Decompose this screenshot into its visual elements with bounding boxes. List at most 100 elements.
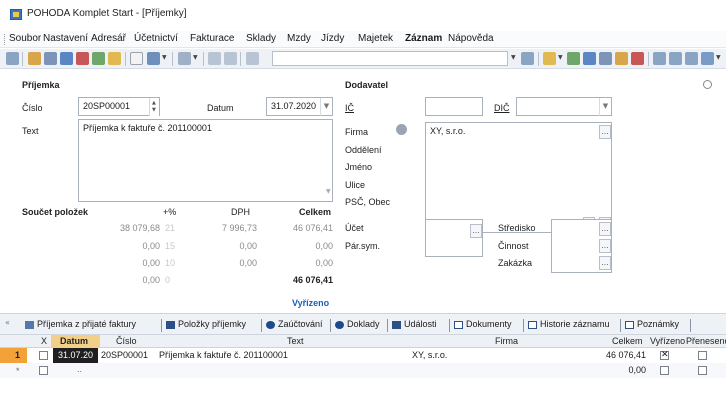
- row-datum[interactable]: ..: [77, 364, 82, 374]
- chevron-down-icon[interactable]: ▼: [599, 98, 611, 116]
- col-dph: DPH: [231, 207, 251, 217]
- collapse-icon[interactable]: «: [5, 318, 10, 327]
- tab-udalosti[interactable]: Události: [389, 317, 441, 333]
- tb-copy-icon[interactable]: [92, 52, 105, 65]
- tb-delete-icon[interactable]: [76, 52, 89, 65]
- col-x[interactable]: X: [41, 336, 47, 346]
- tb-print-icon[interactable]: [60, 52, 73, 65]
- text-field[interactable]: Příjemka k faktuře č. 201100001 ▼: [78, 119, 333, 202]
- col-vyrizeno[interactable]: Vyřízeno: [650, 336, 685, 346]
- menu-jizdy[interactable]: Jízdy: [321, 33, 344, 44]
- row-select-checkbox[interactable]: [39, 351, 48, 360]
- col-datum[interactable]: Datum: [60, 336, 88, 346]
- table-row[interactable]: 1 31.07.20 20SP00001 Příjemka k faktuře …: [0, 348, 726, 363]
- quick-search-input[interactable]: [272, 51, 508, 66]
- grand-total: 46 076,41: [292, 275, 333, 285]
- total-pct: 10: [165, 258, 176, 268]
- row-preneseno-checkbox[interactable]: [698, 351, 707, 360]
- dic-field[interactable]: ▼: [516, 97, 612, 116]
- chevron-down-icon[interactable]: ▼: [716, 54, 721, 61]
- dic-label[interactable]: DIČ: [494, 103, 510, 113]
- tb-filter-icon[interactable]: [521, 52, 534, 65]
- menu-napoveda[interactable]: Nápověda: [448, 33, 494, 44]
- table-row-new[interactable]: * .. 0,00: [0, 363, 726, 378]
- tab-historie-zaznamu[interactable]: Historie záznamu: [525, 317, 614, 333]
- menu-ucetnictvi[interactable]: Účetnictví: [134, 33, 178, 44]
- chevron-down-icon[interactable]: ▼: [193, 54, 198, 61]
- row-celkem[interactable]: 46 076,41: [590, 350, 646, 360]
- tb-window1-icon[interactable]: [653, 52, 666, 65]
- tab-doklady[interactable]: Doklady: [332, 317, 384, 333]
- tb-folder-icon[interactable]: [108, 52, 121, 65]
- tb-edit-icon[interactable]: [147, 52, 160, 65]
- tb-navigate-icon[interactable]: [178, 52, 191, 65]
- address-field[interactable]: XY, s.r.o. … … …: [425, 122, 612, 233]
- menu-fakturace[interactable]: Fakturace: [190, 33, 234, 44]
- tb-agenda-icon[interactable]: [6, 52, 19, 65]
- menu-zaznam[interactable]: Záznam: [405, 33, 442, 44]
- cislo-spinner[interactable]: [149, 98, 159, 116]
- chevron-down-icon[interactable]: ▼: [511, 54, 516, 61]
- stredisko-select-button[interactable]: …: [599, 222, 611, 236]
- row-vyrizeno-checkbox[interactable]: [660, 366, 669, 375]
- tb-window2-icon[interactable]: [669, 52, 682, 65]
- col-preneseno[interactable]: Přeneseno: [686, 336, 726, 346]
- datum-field[interactable]: 31.07.2020 ▼: [266, 97, 333, 116]
- col-cislo[interactable]: Číslo: [116, 336, 137, 346]
- zakazka-select-button[interactable]: …: [599, 256, 611, 270]
- row-text[interactable]: Příjemka k faktuře č. 201100001: [159, 350, 288, 360]
- tb-window3-icon[interactable]: [685, 52, 698, 65]
- tb-help-icon[interactable]: [701, 52, 714, 65]
- stredisko-field[interactable]: … … …: [551, 219, 612, 273]
- tb-save-icon[interactable]: [208, 52, 221, 65]
- tab-dokumenty[interactable]: Dokumenty: [451, 317, 516, 333]
- ic-field[interactable]: [425, 97, 483, 116]
- row-vyrizeno-checkbox[interactable]: [660, 350, 669, 360]
- psc-obec-label: PSČ, Obec: [345, 197, 391, 207]
- menu-majetek[interactable]: Majetek: [358, 33, 393, 44]
- menu-soubor[interactable]: Soubor: [9, 33, 41, 44]
- tab-zauctovani[interactable]: Zaúčtování: [263, 317, 327, 333]
- tb-list-icon[interactable]: [583, 52, 596, 65]
- tb-new-icon[interactable]: [28, 52, 41, 65]
- tb-refresh-icon[interactable]: [246, 52, 259, 65]
- tb-chart-icon[interactable]: [631, 52, 644, 65]
- tb-open-icon[interactable]: [44, 52, 57, 65]
- ucet-field[interactable]: …: [425, 219, 483, 257]
- tb-document-icon[interactable]: [130, 52, 143, 65]
- menu-mzdy[interactable]: Mzdy: [287, 33, 311, 44]
- menu-sklady[interactable]: Sklady: [246, 33, 276, 44]
- col-firma[interactable]: Firma: [495, 336, 518, 346]
- chevron-down-icon[interactable]: ▼: [320, 98, 332, 116]
- cinnost-select-button[interactable]: …: [599, 239, 611, 253]
- menu-adresar[interactable]: Adresář: [91, 33, 126, 44]
- cislo-field[interactable]: 20SP00001: [78, 97, 160, 116]
- row-preneseno-checkbox[interactable]: [698, 366, 707, 375]
- col-celkem[interactable]: Celkem: [612, 336, 643, 346]
- person-icon[interactable]: [396, 124, 407, 135]
- tab-polozky-prijemky[interactable]: Položky příjemky: [163, 317, 250, 333]
- ucet-select-button[interactable]: …: [470, 224, 482, 238]
- tab-poznamky[interactable]: Poznámky: [622, 317, 683, 333]
- menu-nastaveni[interactable]: Nastavení: [43, 33, 88, 44]
- tab-prijemka-z-prijate-faktury[interactable]: Příjemka z přijaté faktury: [22, 317, 140, 333]
- scroll-down-icon[interactable]: ▼: [326, 188, 331, 195]
- stredisko-label: Středisko: [498, 223, 536, 233]
- tb-users-icon[interactable]: [615, 52, 628, 65]
- tb-folder-open-icon[interactable]: [543, 52, 556, 65]
- chevron-down-icon[interactable]: ▼: [162, 54, 167, 61]
- row-select-checkbox[interactable]: [39, 366, 48, 375]
- row-celkem[interactable]: 0,00: [590, 365, 646, 375]
- tab-separator: [387, 319, 388, 332]
- ic-label[interactable]: IČ: [345, 103, 354, 113]
- settings-icon[interactable]: [703, 80, 712, 89]
- tb-action-icon[interactable]: [567, 52, 580, 65]
- col-text[interactable]: Text: [287, 336, 304, 346]
- row-datum[interactable]: 31.07.20: [58, 350, 93, 360]
- firma-select-button[interactable]: …: [599, 125, 611, 139]
- row-cislo[interactable]: 20SP00001: [101, 350, 148, 360]
- tb-report-icon[interactable]: [599, 52, 612, 65]
- row-firma[interactable]: XY, s.r.o.: [412, 350, 447, 360]
- tb-cancel-icon[interactable]: [224, 52, 237, 65]
- chevron-down-icon[interactable]: ▼: [558, 54, 563, 61]
